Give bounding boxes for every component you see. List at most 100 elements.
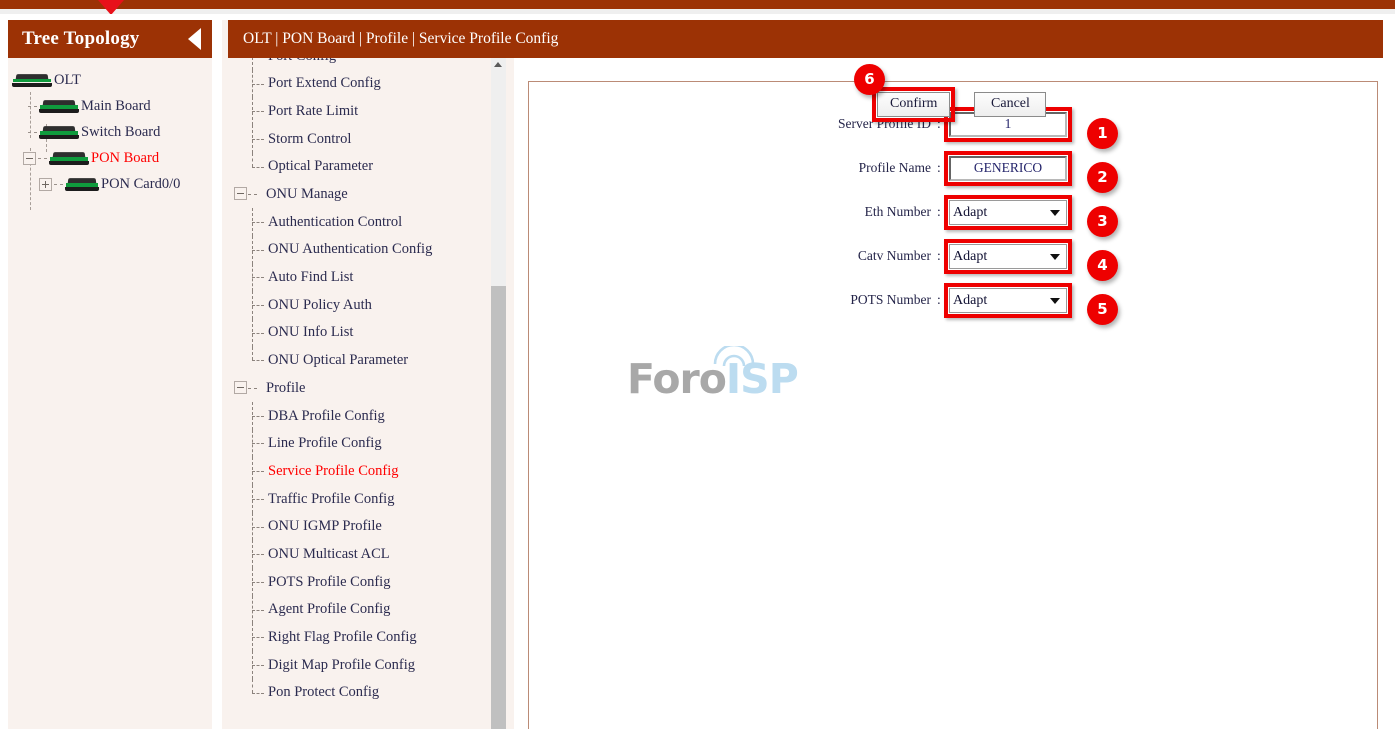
menu-item-label: DBA Profile Config xyxy=(268,407,385,424)
annotation-badge-3: 3 xyxy=(1087,205,1118,237)
menu-item-service-profile-config[interactable]: Service Profile Config xyxy=(222,457,514,485)
device-icon xyxy=(65,177,99,191)
collapse-minus-icon[interactable] xyxy=(23,151,36,165)
tree-connector-dash xyxy=(38,157,47,159)
menu-item-label: Service Profile Config xyxy=(268,462,399,479)
menu-scrollbar[interactable] xyxy=(491,56,506,729)
collapse-minus-icon[interactable] xyxy=(234,187,247,201)
form-actions: Confirm 6 Cancel xyxy=(529,63,1377,126)
tree-node-label: PON Card0/0 xyxy=(101,175,181,192)
tree-node-olt[interactable]: OLT xyxy=(8,67,212,93)
field-colon: : xyxy=(937,248,941,263)
menu-item-authentication-control[interactable]: Authentication Control xyxy=(222,208,514,236)
tree-node-pon-board[interactable]: PON Board xyxy=(8,145,212,171)
select-eth-number[interactable]: Adapt xyxy=(949,199,1067,225)
tree-connector-dash xyxy=(252,166,264,168)
menu-item-label: Digit Map Profile Config xyxy=(268,656,416,673)
menu-item-label: Auto Find List xyxy=(268,269,354,286)
menu-item-right-flag-profile-config[interactable]: Right Flag Profile Config xyxy=(222,623,514,652)
menu-item-onu-authentication-config[interactable]: ONU Authentication Config xyxy=(222,235,514,264)
select-wrap: Adapt xyxy=(949,243,1067,269)
form-row-pots-number: POTS Number: Adapt 5 xyxy=(529,278,1379,325)
tree-connector xyxy=(252,152,253,167)
confirm-button[interactable]: Confirm xyxy=(877,91,951,117)
menu-item-onu-info-list[interactable]: ONU Info List xyxy=(222,318,514,347)
tree-node-label: Switch Board xyxy=(81,123,161,140)
scrollbar-thumb[interactable] xyxy=(491,286,506,729)
tree-node-main-board[interactable]: Main Board xyxy=(8,93,212,119)
field-wrap: Adapt 3 xyxy=(944,194,1118,237)
menu-item-label: ONU Multicast ACL xyxy=(268,545,390,562)
form-row-eth-number: Eth Number: Adapt 3 xyxy=(529,190,1379,237)
menu-item-traffic-profile-config[interactable]: Traffic Profile Config xyxy=(222,485,514,513)
tree-connector-dash xyxy=(252,83,264,85)
tree-node-switch-board[interactable]: Switch Board xyxy=(8,119,212,145)
menu-item-optical-parameter[interactable]: Optical Parameter xyxy=(222,152,514,181)
select-wrap: Adapt xyxy=(949,287,1067,313)
collapse-minus-icon[interactable] xyxy=(234,381,247,395)
tree-connector-dash xyxy=(252,138,264,140)
menu-item-label: ONU Manage xyxy=(266,186,348,203)
tree-connector-dash xyxy=(252,111,264,113)
confirm-button-wrap: Confirm 6 xyxy=(854,63,956,122)
tree-connector-dash xyxy=(252,692,264,694)
menu-item-agent-profile-config[interactable]: Agent Profile Config xyxy=(222,595,514,624)
form-fields: Server Profile ID:1Profile Name:2Eth Num… xyxy=(529,102,1379,325)
tree-connector-dash xyxy=(252,332,264,334)
tree-connector-dash xyxy=(252,609,264,611)
device-icon xyxy=(49,151,89,165)
select-wrap: Adapt xyxy=(949,199,1067,225)
annotation-badge-4: 4 xyxy=(1087,249,1118,281)
field-wrap: Adapt 4 xyxy=(944,238,1118,281)
tree-connector-dash xyxy=(248,194,257,196)
tree-connector-dash xyxy=(54,183,63,185)
menu-item-dba-profile-config[interactable]: DBA Profile Config xyxy=(222,401,514,430)
tree-connector-dash xyxy=(252,526,264,528)
menu-item-onu-optical-parameter[interactable]: ONU Optical Parameter xyxy=(222,346,514,375)
menu-item-onu-multicast-acl[interactable]: ONU Multicast ACL xyxy=(222,540,514,569)
field-colon: : xyxy=(937,160,941,175)
signal-arc-icon xyxy=(713,346,755,367)
tree-node-pon-card[interactable]: PON Card0/0 xyxy=(8,171,212,197)
menu-item-onu-policy-auth[interactable]: ONU Policy Auth xyxy=(222,291,514,319)
menu-item-label: Agent Profile Config xyxy=(268,601,391,618)
menu-item-label: ONU Policy Auth xyxy=(268,296,372,313)
menu-item-onu-igmp-profile[interactable]: ONU IGMP Profile xyxy=(222,512,514,541)
select-catv-number[interactable]: Adapt xyxy=(949,243,1067,269)
field-label: Profile Name xyxy=(858,160,931,175)
field-colon: : xyxy=(937,204,941,219)
device-icon xyxy=(39,99,79,113)
navigation-menu-panel: Port ConfigPort Extend ConfigPort Rate L… xyxy=(222,20,514,729)
menu-item-pots-profile-config[interactable]: POTS Profile Config xyxy=(222,568,514,596)
tree-connector-dash xyxy=(252,249,264,251)
navigation-menu-list: Port ConfigPort Extend ConfigPort Rate L… xyxy=(222,20,514,707)
content-area: ForoISP Server Profile ID:1Profile Name:… xyxy=(520,58,1395,729)
menu-item-port-extend-config[interactable]: Port Extend Config xyxy=(222,69,514,98)
menu-item-profile[interactable]: Profile xyxy=(222,374,514,402)
menu-item-auto-find-list[interactable]: Auto Find List xyxy=(222,263,514,292)
menu-item-line-profile-config[interactable]: Line Profile Config xyxy=(222,429,514,458)
expand-plus-icon[interactable] xyxy=(39,177,52,191)
menu-item-label: Port Rate Limit xyxy=(268,102,359,119)
field-wrap: 2 xyxy=(944,150,1118,193)
menu-item-label: Port Extend Config xyxy=(268,75,381,92)
triangle-left-icon[interactable] xyxy=(188,28,201,50)
menu-item-onu-manage[interactable]: ONU Manage xyxy=(222,180,514,208)
menu-item-storm-control[interactable]: Storm Control xyxy=(222,125,514,153)
cancel-button[interactable]: Cancel xyxy=(974,91,1047,117)
device-tree: OLT Main Board Switch Board PON Board PO… xyxy=(8,58,212,210)
input-profile-name[interactable] xyxy=(949,155,1067,181)
menu-item-pon-protect-config[interactable]: Pon Protect Config xyxy=(222,678,514,707)
page-root: Tree Topology OLT Main Board Switch Boar… xyxy=(0,0,1395,729)
scroll-up-arrow-icon[interactable] xyxy=(491,56,506,71)
select-pots-number[interactable]: Adapt xyxy=(949,287,1067,313)
menu-item-label: Profile xyxy=(266,379,306,396)
tree-connector-dash xyxy=(252,415,264,417)
menu-item-port-rate-limit[interactable]: Port Rate Limit xyxy=(222,97,514,126)
menu-item-label: POTS Profile Config xyxy=(268,573,391,590)
field-label: POTS Number xyxy=(850,292,931,307)
menu-item-label: Traffic Profile Config xyxy=(268,490,395,507)
field-label: Eth Number xyxy=(864,204,931,219)
breadcrumb-bar: OLT | PON Board | Profile | Service Prof… xyxy=(228,20,1383,58)
menu-item-digit-map-profile-config[interactable]: Digit Map Profile Config xyxy=(222,651,514,679)
